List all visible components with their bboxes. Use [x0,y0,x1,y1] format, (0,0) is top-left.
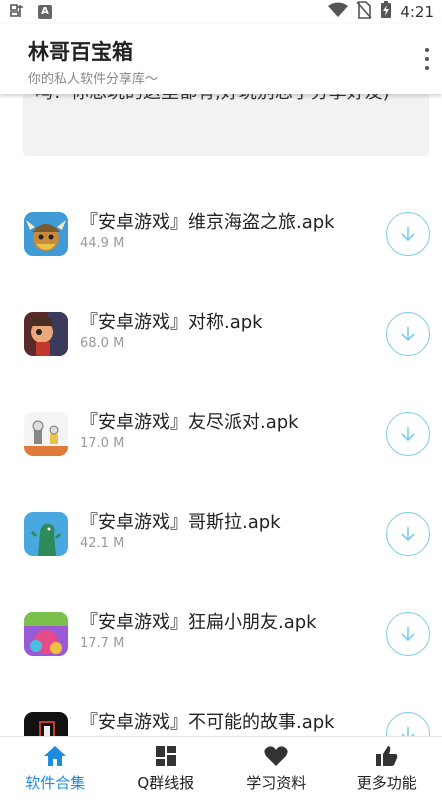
download-button[interactable] [386,412,430,456]
list-item[interactable]: 『安卓游戏』对称.apk 68.0 M [0,260,442,360]
download-arrow-icon [401,227,415,242]
symmetry-game-icon [24,312,68,356]
app-name: 『安卓游戏』对称.apk [80,312,263,333]
app-name: 『安卓游戏』友尽派对.apk [80,412,299,433]
download-button[interactable] [386,712,430,736]
viking-game-icon [24,212,68,256]
carrier-icon [8,3,28,22]
nav-label: 学习资料 [246,774,307,792]
impossible-story-game-icon [24,712,68,736]
download-button[interactable] [386,312,430,356]
app-header: 林哥百宝箱 你的私人软件分享库～ [0,24,442,94]
notice-text: 吗？你想玩的这里都有,好玩别忘了分享好友) [35,94,423,110]
app-name: 『安卓游戏』哥斯拉.apk [80,512,281,533]
status-bar: A 4:21 [0,0,442,24]
nav-item-software[interactable]: 软件合集 [0,737,111,800]
app-size: 17.7 M [80,636,125,651]
download-button[interactable] [386,212,430,256]
status-time: 4:21 [400,3,434,21]
list-item[interactable]: 『安卓游戏』维京海盗之旅.apk 44.9 M [0,160,442,260]
download-button[interactable] [386,512,430,556]
nav-label: 软件合集 [25,774,86,792]
nav-item-more[interactable]: 更多功能 [332,737,442,800]
nav-label: Q群线报 [137,774,195,792]
list-item[interactable]: 『安卓游戏』哥斯拉.apk 42.1 M [0,460,442,560]
heart-icon [264,746,288,766]
wifi-icon [328,2,349,22]
app-size: 68.0 M [80,336,125,351]
nav-label: 更多功能 [356,774,417,792]
download-arrow-icon [401,627,415,642]
grid-icon [155,746,176,766]
thumbs-up-icon [375,746,398,766]
app-name: 『安卓游戏』狂扁小朋友.apk [80,612,317,633]
no-sim-icon [356,1,372,23]
page-subtitle: 你的私人软件分享库～ [28,72,159,87]
app-name: 『安卓游戏』维京海盗之旅.apk [80,212,335,233]
download-arrow-icon [401,527,415,542]
app-size: 17.0 M [80,436,125,451]
home-icon [44,746,67,766]
download-button[interactable] [386,612,430,656]
page-title: 林哥百宝箱 [28,40,133,64]
battery-charging-icon [380,1,392,23]
nav-item-qq-group[interactable]: Q群线报 [111,737,222,800]
list-item[interactable]: 『安卓游戏』不可能的故事.apk [0,660,442,736]
more-vert-icon[interactable] [420,46,434,72]
notice-card: 吗？你想玩的这里都有,好玩别忘了分享好友) [23,94,429,156]
godzilla-game-icon [24,512,68,556]
app-size: 44.9 M [80,236,125,251]
party-game-icon [24,412,68,456]
download-arrow-icon [401,427,415,442]
app-size: 42.1 M [80,536,125,551]
bottom-nav: 软件合集 Q群线报 学习资料 更多功能 [0,736,442,800]
list-item[interactable]: 『安卓游戏』狂扁小朋友.apk 17.7 M [0,560,442,660]
download-arrow-icon [401,727,415,736]
beat-kids-game-icon [24,612,68,656]
nav-item-study[interactable]: 学习资料 [221,737,332,800]
app-name: 『安卓游戏』不可能的故事.apk [80,712,335,733]
app-list[interactable]: 『安卓游戏』维京海盗之旅.apk 44.9 M 『安卓游戏』对称.apk 68.… [0,160,442,736]
download-arrow-icon [401,327,415,342]
notification-a-icon: A [38,5,52,19]
list-item[interactable]: 『安卓游戏』友尽派对.apk 17.0 M [0,360,442,460]
